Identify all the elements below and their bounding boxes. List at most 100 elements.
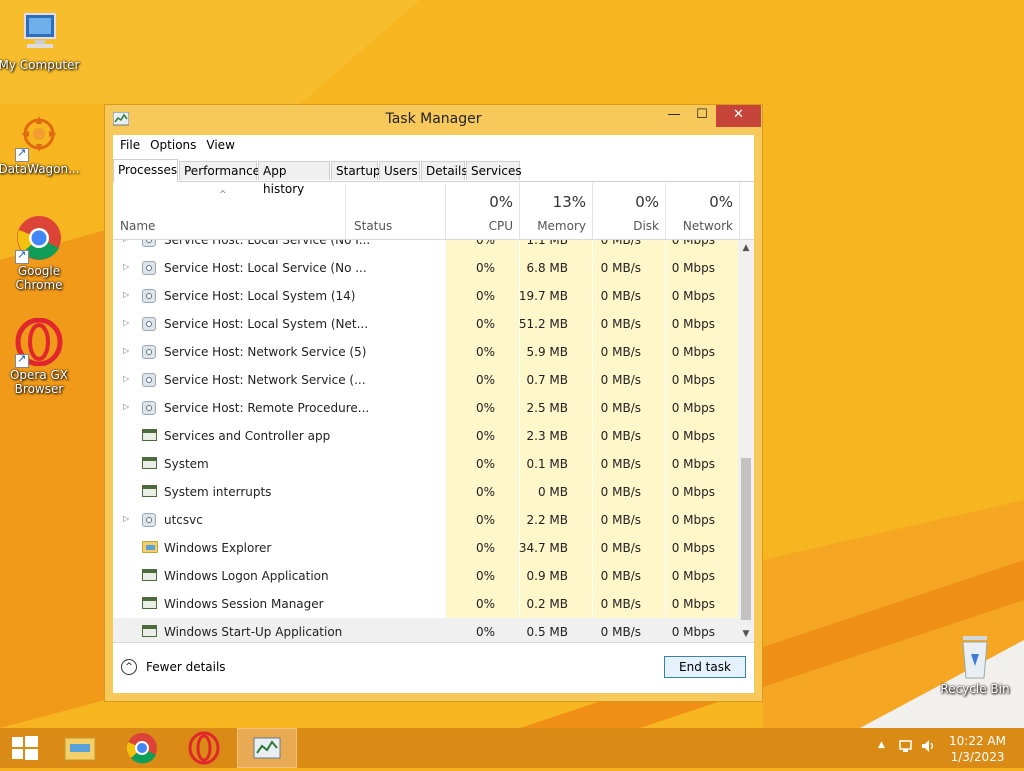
table-row[interactable]: Windows Start-Up Application 0% 0.5 MB 0 MB… (113, 618, 738, 642)
fewer-details-button[interactable]: ^ Fewer details (121, 659, 226, 675)
tab-startup[interactable]: Startup (331, 161, 381, 180)
tab-performance[interactable]: Performance (179, 161, 260, 180)
volume-icon[interactable] (920, 738, 936, 757)
gear-icon (142, 401, 156, 415)
app-window-icon (142, 597, 157, 609)
end-task-button[interactable]: End task (664, 656, 746, 678)
cell-disk: 0 MB/s (600, 289, 641, 303)
table-row[interactable]: Windows Logon Application 0% 0.9 MB 0 MB/s 0… (113, 562, 738, 590)
chevron-up-circle-icon: ^ (121, 659, 137, 675)
scrollbar-thumb[interactable] (741, 458, 751, 620)
cell-net: 0 Mbps (671, 401, 715, 415)
expand-chevron-icon[interactable]: ▷ (123, 290, 129, 299)
taskbar-opera-gx[interactable] (174, 728, 234, 768)
desktop-icon-recycle-bin[interactable]: Recycle Bin (933, 632, 1017, 696)
table-row[interactable]: ▷ utcsvc 0% 2.2 MB 0 MB/s 0 Mbps (113, 506, 738, 534)
table-row[interactable]: Windows Explorer 0% 34.7 MB 0 MB/s 0 Mbps (113, 534, 738, 562)
minimize-button[interactable]: — (660, 105, 688, 127)
expand-chevron-icon[interactable]: ▷ (123, 374, 129, 383)
desktop-icon-my-computer[interactable]: My Computer (0, 8, 81, 72)
cell-mem: 5.9 MB (526, 345, 568, 359)
menu-file[interactable]: File (117, 138, 147, 152)
menu-view[interactable]: View (203, 138, 241, 152)
expand-chevron-icon[interactable]: ▷ (123, 240, 129, 243)
expand-chevron-icon[interactable]: ▷ (123, 402, 129, 411)
datawagon-icon (15, 112, 63, 162)
cell-mem: 0.9 MB (526, 569, 568, 583)
taskbar-file-explorer[interactable] (50, 728, 110, 768)
gear-icon (142, 345, 156, 359)
process-name: Services and Controller app (164, 429, 331, 443)
cell-disk: 0 MB/s (600, 240, 641, 247)
column-header-network[interactable]: 0% Network (666, 183, 740, 239)
taskbar-chrome[interactable] (112, 728, 172, 768)
cell-mem: 19.7 MB (518, 289, 568, 303)
menu-options[interactable]: Options (147, 138, 203, 152)
desktop-icon-opera-gx[interactable]: Opera GX Browser (0, 317, 81, 396)
tab-app-history[interactable]: App history (258, 161, 330, 196)
table-row[interactable]: ▷ Service Host: Remote Procedure... 0% 2.5 … (113, 394, 738, 422)
process-name: Windows Explorer (164, 541, 272, 555)
gear-icon (142, 240, 156, 247)
process-list: ▷ Service Host: Local Service (No I... 0% 1… (113, 240, 738, 642)
table-row[interactable]: ▷ Service Host: Local System (Net... 0% 51.… (113, 310, 738, 338)
disk-total: 0% (635, 193, 659, 211)
cell-net: 0 Mbps (671, 485, 715, 499)
expand-chevron-icon[interactable]: ▷ (123, 262, 129, 271)
tab-details[interactable]: Details (421, 161, 468, 180)
cell-cpu: 0% (475, 401, 495, 415)
expand-chevron-icon[interactable]: ▷ (123, 514, 129, 523)
app-window-icon (142, 485, 157, 497)
cell-cpu: 0% (475, 513, 495, 527)
shortcut-arrow-icon (15, 248, 29, 264)
desktop-icon-google-chrome[interactable]: Google Chrome (0, 214, 81, 292)
tab-services[interactable]: Services (466, 161, 522, 180)
table-row[interactable]: ▷ Service Host: Local Service (No ... 0% 6.… (113, 254, 738, 282)
cell-net: 0 Mbps (671, 373, 715, 387)
cpu-total: 0% (489, 193, 513, 211)
folder-icon (142, 541, 158, 553)
scroll-down-arrow-icon[interactable]: ▼ (738, 626, 754, 642)
maximize-button[interactable]: ☐ (688, 105, 716, 127)
cell-mem: 2.5 MB (526, 401, 568, 415)
process-name: utcsvc (164, 513, 203, 527)
window-client-area: File Options View Processes Performance … (113, 135, 754, 693)
menu-bar: File Options View (113, 135, 754, 155)
tab-processes[interactable]: Processes (113, 159, 178, 182)
table-row[interactable]: System 0% 0.1 MB 0 MB/s 0 Mbps (113, 450, 738, 478)
taskbar: ▲ 10:22 AM 1/3/2023 (0, 728, 1024, 768)
expand-chevron-icon[interactable]: ▷ (123, 346, 129, 355)
clock[interactable]: 10:22 AM 1/3/2023 (949, 733, 1006, 765)
table-row[interactable]: Windows Session Manager 0% 0.2 MB 0 MB/s 0 M… (113, 590, 738, 618)
process-name: Service Host: Local System (Net... (164, 317, 369, 331)
show-hidden-icons-icon[interactable]: ▲ (878, 740, 885, 750)
desktop-icon-label: DataWagon... (0, 162, 80, 176)
table-row[interactable]: ▷ Service Host: Network Service (... 0% 0.7… (113, 366, 738, 394)
close-button[interactable]: ✕ (716, 105, 761, 127)
table-row[interactable]: ▷ Service Host: Network Service (5) 0% 5.9 … (113, 338, 738, 366)
cell-cpu: 0% (475, 457, 495, 471)
start-button[interactable] (0, 728, 48, 768)
process-name: Windows Start-Up Application (164, 625, 343, 639)
column-header-memory[interactable]: 13% Memory (520, 183, 593, 239)
app-window-icon (142, 457, 157, 469)
desktop-icon-datawagon[interactable]: DataWagon... (0, 112, 81, 176)
column-header-name[interactable]: Name (113, 183, 346, 239)
table-row[interactable]: ▷ Service Host: Local System (14) 0% 19.7 M… (113, 282, 738, 310)
title-bar[interactable]: Task Manager — ☐ ✕ (105, 105, 762, 135)
expand-chevron-icon[interactable]: ▷ (123, 318, 129, 327)
network-icon[interactable] (898, 738, 914, 757)
tab-users[interactable]: Users (379, 161, 420, 180)
vertical-scrollbar[interactable]: ▲ ▼ (738, 240, 754, 642)
table-row[interactable]: Services and Controller app 0% 2.3 MB 0 MB/… (113, 422, 738, 450)
table-row[interactable]: System interrupts 0% 0 MB 0 MB/s 0 Mbps (113, 478, 738, 506)
column-header-status[interactable]: Status (346, 183, 446, 239)
network-total: 0% (709, 193, 733, 211)
cell-disk: 0 MB/s (600, 401, 641, 415)
cell-net: 0 Mbps (671, 569, 715, 583)
column-header-disk[interactable]: 0% Disk (593, 183, 666, 239)
column-header-cpu[interactable]: 0% CPU (446, 183, 520, 239)
scroll-up-arrow-icon[interactable]: ▲ (738, 240, 754, 256)
table-row[interactable]: ▷ Service Host: Local Service (No I... 0% 1… (113, 240, 738, 254)
taskbar-task-manager[interactable] (237, 728, 297, 768)
